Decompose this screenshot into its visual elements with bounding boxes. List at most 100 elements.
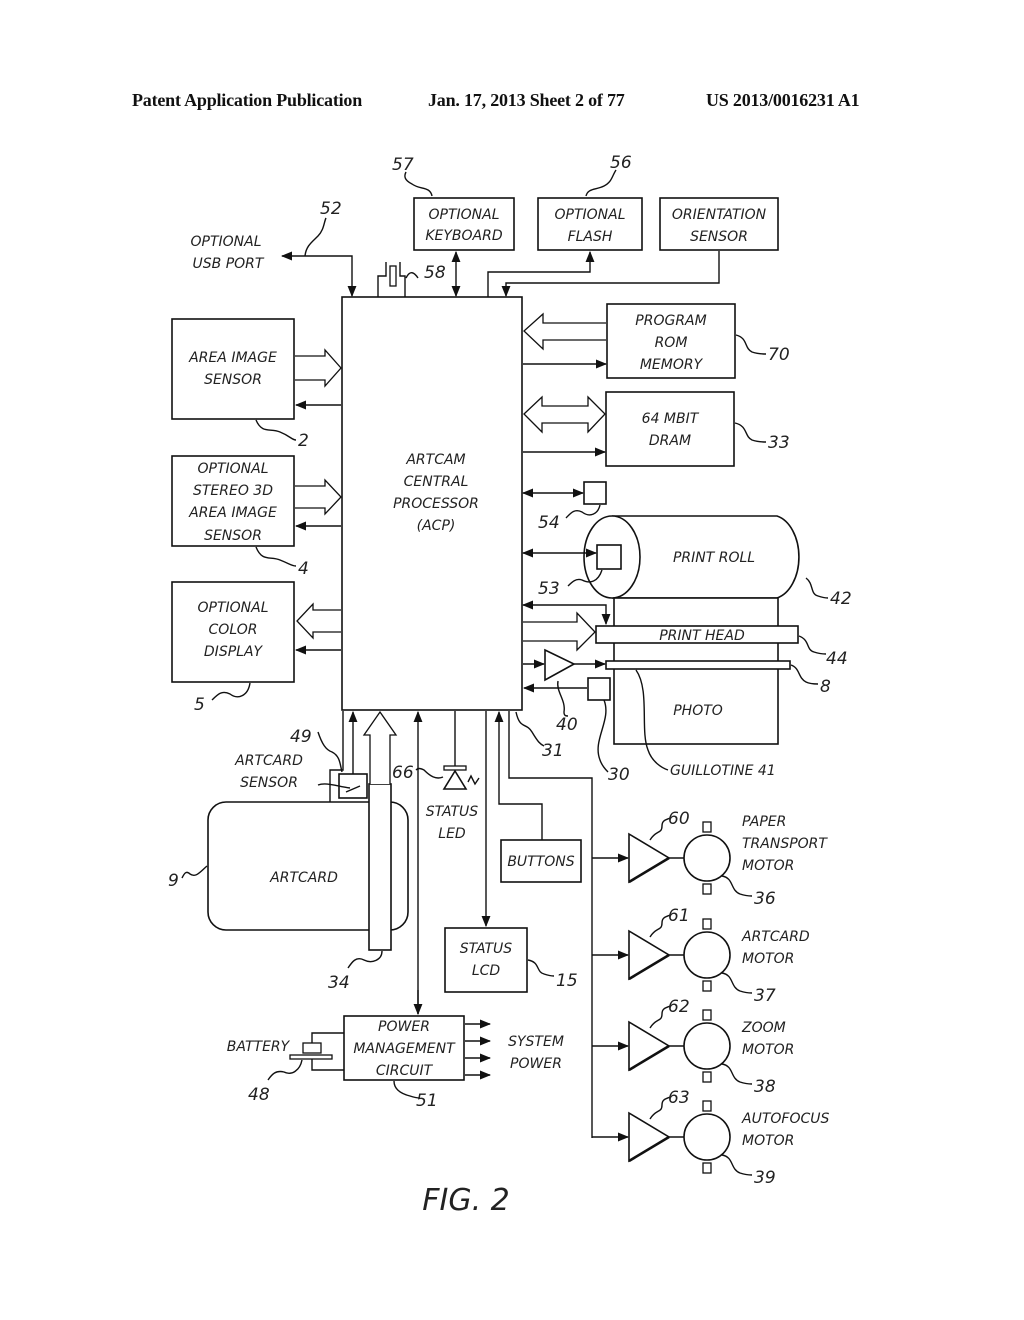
- leader-70: [735, 334, 767, 355]
- leader-motor: [721, 1154, 753, 1176]
- battery-label: BATTERY: [227, 1039, 291, 1055]
- rom-line-2: ROM: [655, 335, 688, 351]
- leader-42: [805, 577, 829, 599]
- print-head-label: PRINT HEAD: [659, 628, 745, 644]
- ref-48: 48: [248, 1085, 270, 1105]
- print-head-control-link: [521, 600, 611, 626]
- leader-34: [347, 950, 383, 969]
- motor-brush-top: [702, 1100, 712, 1112]
- ref-amp: 62: [668, 997, 690, 1017]
- ref-49: 49: [290, 727, 312, 747]
- leader-48: [267, 1059, 303, 1081]
- ref-42: 42: [830, 589, 852, 609]
- component-53: [596, 544, 622, 570]
- ais-line-2: SENSOR: [204, 372, 262, 388]
- usb-link: [280, 251, 357, 298]
- ref-66: 66: [392, 763, 414, 783]
- ref-30: 30: [608, 765, 630, 785]
- artcard-sensor-line-1: ARTCARD: [234, 753, 303, 769]
- flash-line-1: OPTIONAL: [554, 207, 625, 223]
- leader-15: [527, 959, 555, 977]
- stereo-line-2: STEREO 3D: [193, 483, 273, 499]
- motor-brush-top: [702, 821, 712, 833]
- orientation-link: [501, 251, 720, 298]
- leader-amp: [649, 1096, 671, 1120]
- motor-brush-bottom: [702, 980, 712, 992]
- motor-label-line: MOTOR: [742, 858, 794, 874]
- ref-53: 53: [538, 579, 560, 599]
- leader-44: [798, 635, 827, 655]
- acp-line-4: (ACP): [417, 518, 456, 534]
- status-lcd-line-1: STATUS: [460, 941, 513, 957]
- status-led-66-icon: [442, 765, 480, 790]
- ref-56: 56: [610, 153, 632, 173]
- motor-brush-bottom: [702, 1071, 712, 1083]
- buttons-label: BUTTONS: [507, 854, 574, 870]
- photo-label: PHOTO: [673, 703, 723, 719]
- acp-line-1: ARTCAM: [405, 452, 465, 468]
- power-line-3: CIRCUIT: [376, 1063, 434, 1079]
- rom-line-1: PROGRAM: [635, 313, 706, 329]
- motor-label-line: TRANSPORT: [742, 836, 828, 852]
- ref-15: 15: [556, 971, 578, 991]
- leader-56: [585, 169, 617, 197]
- stereo-line-4: SENSOR: [204, 528, 262, 544]
- bus-arrow-print-head: [523, 611, 596, 652]
- leader-40: [557, 680, 569, 717]
- motor-icon: [683, 834, 731, 882]
- status-lcd-block: [444, 927, 528, 993]
- power-line-2: MANAGEMENT: [353, 1041, 456, 1057]
- ref-57: 57: [392, 155, 414, 175]
- leader-57: [404, 171, 433, 197]
- bus-arrow-rom: [523, 312, 606, 351]
- guillotine-label: GUILLOTINE 41: [670, 763, 776, 779]
- leader-66: [415, 767, 444, 779]
- flash-line-2: FLASH: [568, 229, 613, 245]
- display-line-1: OPTIONAL: [197, 600, 268, 616]
- crystal-icon: [377, 262, 406, 297]
- ref-33: 33: [768, 433, 790, 453]
- amplifier-40-icon: [544, 648, 576, 682]
- usb-line-2: USB PORT: [193, 256, 265, 272]
- flash-link: [487, 250, 595, 297]
- ref-amp: 60: [668, 809, 690, 829]
- leader-9: [181, 865, 208, 879]
- leader-4: [255, 546, 297, 567]
- amplifier-icon: [628, 929, 671, 981]
- ref-51: 51: [416, 1091, 438, 1111]
- leader-2: [255, 419, 297, 441]
- leader-31: [515, 711, 545, 747]
- ref-34: 34: [328, 973, 350, 993]
- acp-line-2: CENTRAL: [404, 474, 469, 490]
- leader-motor: [721, 1063, 753, 1085]
- leader-motor: [721, 875, 753, 897]
- ref-31: 31: [542, 741, 564, 761]
- usb-line-1: OPTIONAL: [190, 234, 261, 250]
- keyboard-line-1: OPTIONAL: [428, 207, 499, 223]
- status-led-line-1: STATUS: [426, 804, 479, 820]
- stereo-line-1: OPTIONAL: [197, 461, 268, 477]
- ref-5: 5: [194, 695, 205, 715]
- leader-amp: [649, 1005, 671, 1029]
- ref-52: 52: [320, 199, 342, 219]
- keyboard-line-2: KEYBOARD: [425, 228, 503, 244]
- leader-5: [211, 682, 251, 701]
- display-line-3: DISPLAY: [204, 644, 264, 660]
- leader-33: [734, 422, 767, 443]
- ref-motor: 39: [754, 1168, 776, 1188]
- power-line-1: POWER: [378, 1019, 430, 1035]
- ref-8: 8: [820, 677, 831, 697]
- ref-amp: 63: [668, 1088, 690, 1108]
- ref-2: 2: [298, 431, 309, 451]
- motor-brush-bottom: [702, 1162, 712, 1174]
- motor-brush-bottom: [702, 883, 712, 895]
- status-led-line-2: LED: [438, 826, 466, 842]
- bus-arrow-ais: [295, 348, 342, 388]
- photo-paper: [613, 597, 779, 745]
- leader-amp: [649, 914, 671, 938]
- orientation-line-2: SENSOR: [690, 229, 748, 245]
- bus-arrow-display: [296, 602, 341, 640]
- motor-label-line: ZOOM: [741, 1020, 786, 1036]
- ref-9: 9: [168, 871, 179, 891]
- motor-brush-top: [702, 1009, 712, 1021]
